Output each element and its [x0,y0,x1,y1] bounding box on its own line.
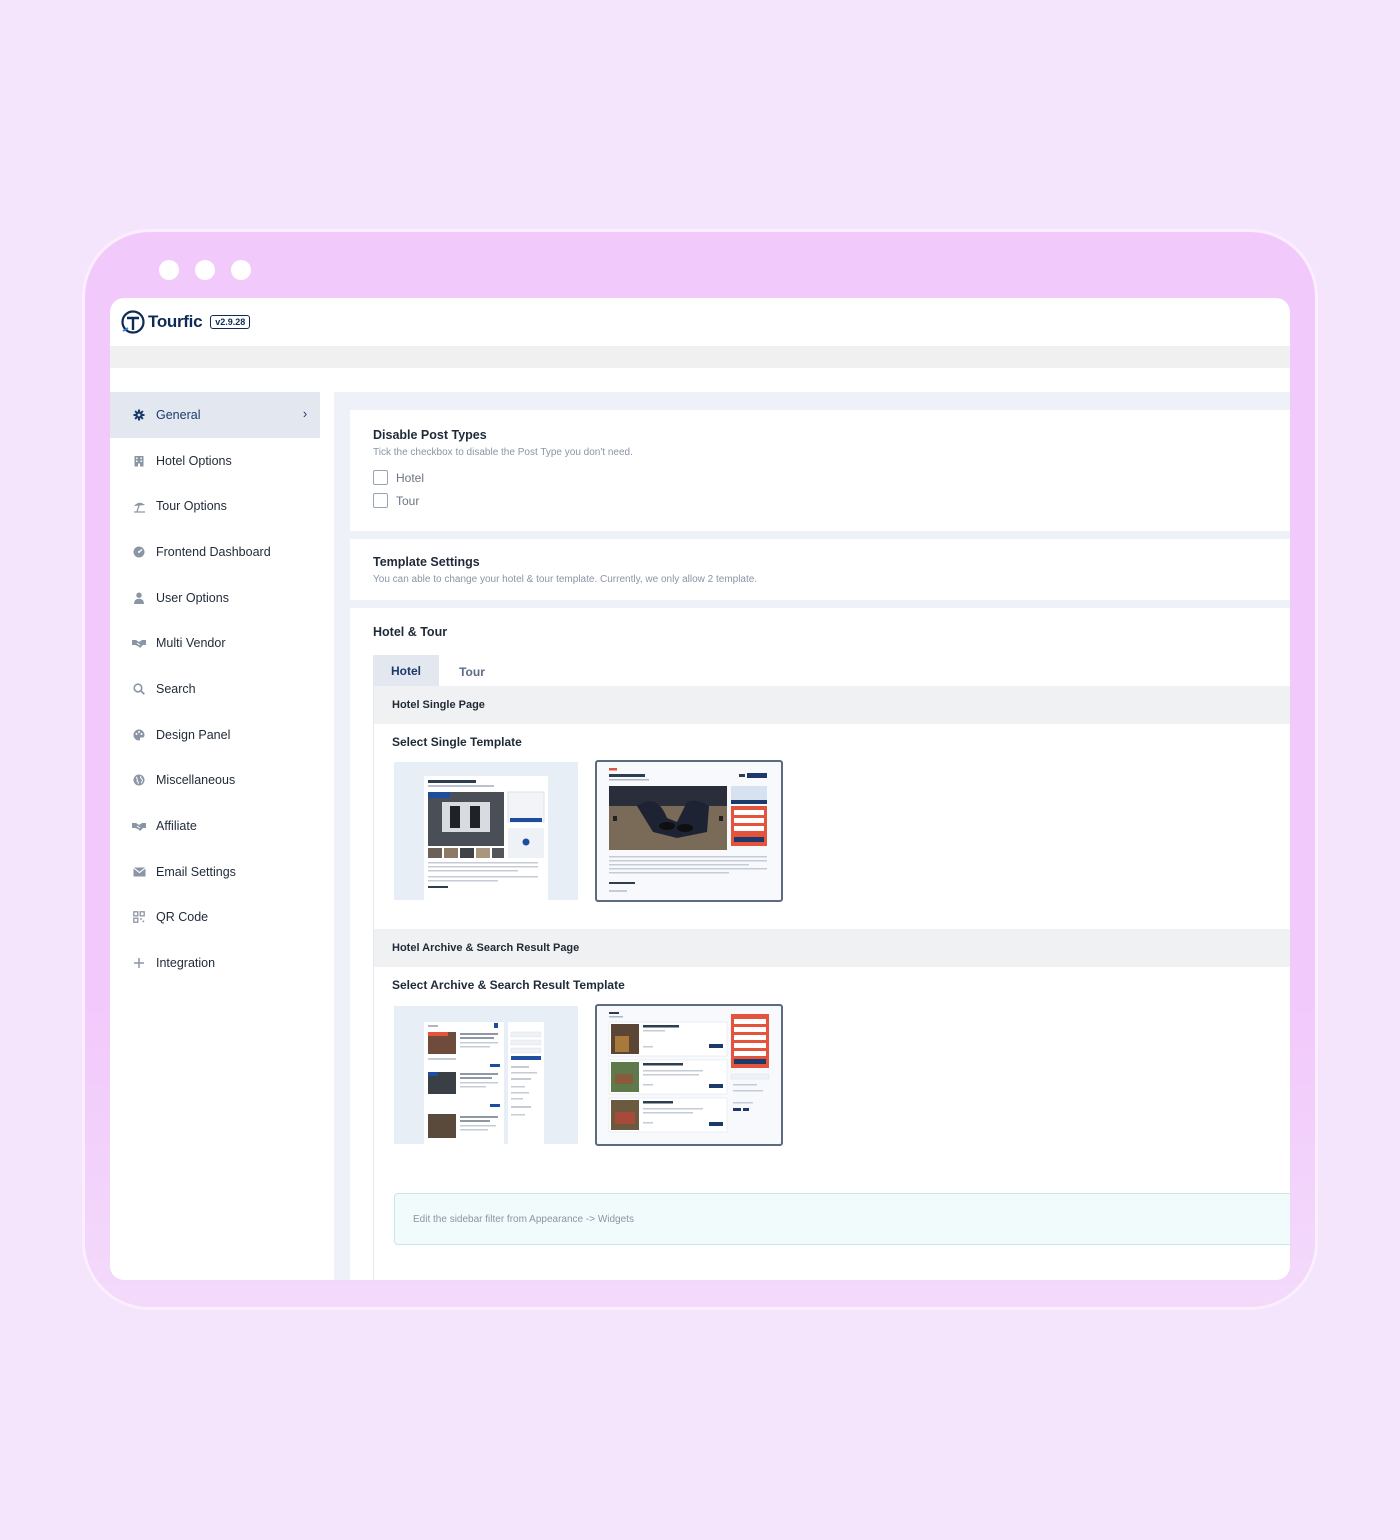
hotel-tour-inner: Hotel & Tour Hotel Tour [373,625,1290,690]
sidebar-item-label: Design Panel [156,727,231,742]
single-template-1-preview [424,776,548,900]
hotel-tab-content: Hotel Single Page Select Single Template [373,686,1290,1280]
hotel-tour-title: Hotel & Tour [373,625,448,639]
settings-content: Disable Post Types Tick the checkbox to … [334,392,1290,1280]
hotel-checkbox-label: Hotel [396,470,425,485]
settings-sidebar: General › Hotel Options Tour Options Fro… [110,392,320,986]
sidebar-item-general[interactable]: General › [110,392,320,438]
sidebar-item-label: Miscellaneous [156,773,236,788]
sidebar-item-frontend-dashboard[interactable]: Frontend Dashboard [110,529,320,575]
envelope-icon [132,865,146,879]
archive-template-1-preview [424,1022,544,1144]
disable-post-types-description: Tick the checkbox to disable the Post Ty… [373,447,633,458]
disable-post-types-panel: Disable Post Types Tick the checkbox to … [350,410,1290,531]
sidebar-item-label: Integration [156,956,216,971]
sidebar-item-integration[interactable]: Integration [110,940,320,986]
sidebar-item-label: Multi Vendor [156,636,226,651]
app-window: Tourfic v2.9.28 General › Hotel Options [110,298,1290,1280]
template-tabs: Hotel Tour [373,655,1290,690]
hotel-checkbox[interactable] [373,470,388,485]
sidebar-item-design-panel[interactable]: Design Panel [110,712,320,758]
umbrella-beach-icon [132,499,146,513]
qr-code-icon [132,910,146,924]
archive-template-option-2[interactable] [595,1004,783,1146]
sidebar-item-label: Tour Options [156,499,227,514]
sidebar-item-tour-options[interactable]: Tour Options [110,483,320,529]
template-settings-description: You can able to change your hotel & tour… [373,574,758,585]
palette-icon [132,728,146,742]
top-bar: Tourfic v2.9.28 [110,298,1290,346]
sidebar-item-label: Email Settings [156,864,236,879]
template-settings-title: Template Settings [373,555,480,569]
sidebar-item-label: General [156,407,201,422]
single-template-option-1[interactable] [394,762,578,900]
sidebar-item-qr-code[interactable]: QR Code [110,895,320,941]
plus-icon [132,956,146,970]
search-icon [132,682,146,696]
select-archive-template-label: Select Archive & Search Result Template [392,978,625,992]
tour-checkbox-row[interactable]: Tour [373,493,1267,508]
sidebar-item-multi-vendor[interactable]: Multi Vendor [110,620,320,666]
handshake-icon [132,819,146,833]
settings-body: General › Hotel Options Tour Options Fro… [110,392,1290,1280]
sidebar-item-hotel-options[interactable]: Hotel Options [110,438,320,484]
version-badge: v2.9.28 [210,315,251,329]
template-settings-panel: Template Settings You can able to change… [350,539,1290,600]
gear-icon [132,408,146,422]
sidebar-item-label: Search [156,681,196,696]
dashboard-icon [132,545,146,559]
tourfic-logo-icon [120,309,146,335]
single-template-option-2[interactable] [595,760,783,902]
app-name: Tourfic [148,312,203,331]
sidebar-item-label: Affiliate [156,819,197,834]
building-icon [132,454,146,468]
admin-notice-bar [110,346,1290,368]
tour-checkbox-label: Tour [396,493,420,508]
select-single-template-label: Select Single Template [392,735,522,749]
window-dot-maximize[interactable] [231,260,251,280]
sidebar-item-label: Frontend Dashboard [156,544,271,559]
sidebar-item-user-options[interactable]: User Options [110,575,320,621]
hotel-checkbox-row[interactable]: Hotel [373,470,1267,485]
sidebar-item-label: QR Code [156,910,209,925]
sidebar-item-label: User Options [156,590,229,605]
single-template-2-preview [609,768,767,892]
handshake-icon [132,636,146,650]
sidebar-item-label: Hotel Options [156,453,232,468]
hotel-tour-panel: Hotel & Tour Hotel Tour Hotel Single Pag… [350,608,1290,1280]
sidebar-filter-notice: Edit the sidebar filter from Appearance … [394,1193,1290,1245]
disable-post-types-title: Disable Post Types [373,428,487,442]
sidebar-item-affiliate[interactable]: Affiliate [110,803,320,849]
tab-tour[interactable]: Tour [439,655,505,689]
sidebar-item-email-settings[interactable]: Email Settings [110,849,320,895]
sidebar-item-search[interactable]: Search [110,666,320,712]
archive-template-2-preview [608,1012,770,1133]
hotel-archive-header: Hotel Archive & Search Result Page [374,929,1290,967]
hotel-single-page-header: Hotel Single Page [374,686,1290,724]
window-dot-close[interactable] [159,260,179,280]
chevron-right-icon: › [302,405,308,421]
tab-hotel[interactable]: Hotel [373,655,439,689]
window-dot-minimize[interactable] [195,260,215,280]
tour-checkbox[interactable] [373,493,388,508]
sidebar-item-miscellaneous[interactable]: Miscellaneous [110,758,320,804]
user-icon [132,591,146,605]
archive-template-option-1[interactable] [394,1006,578,1144]
globe-icon [132,773,146,787]
